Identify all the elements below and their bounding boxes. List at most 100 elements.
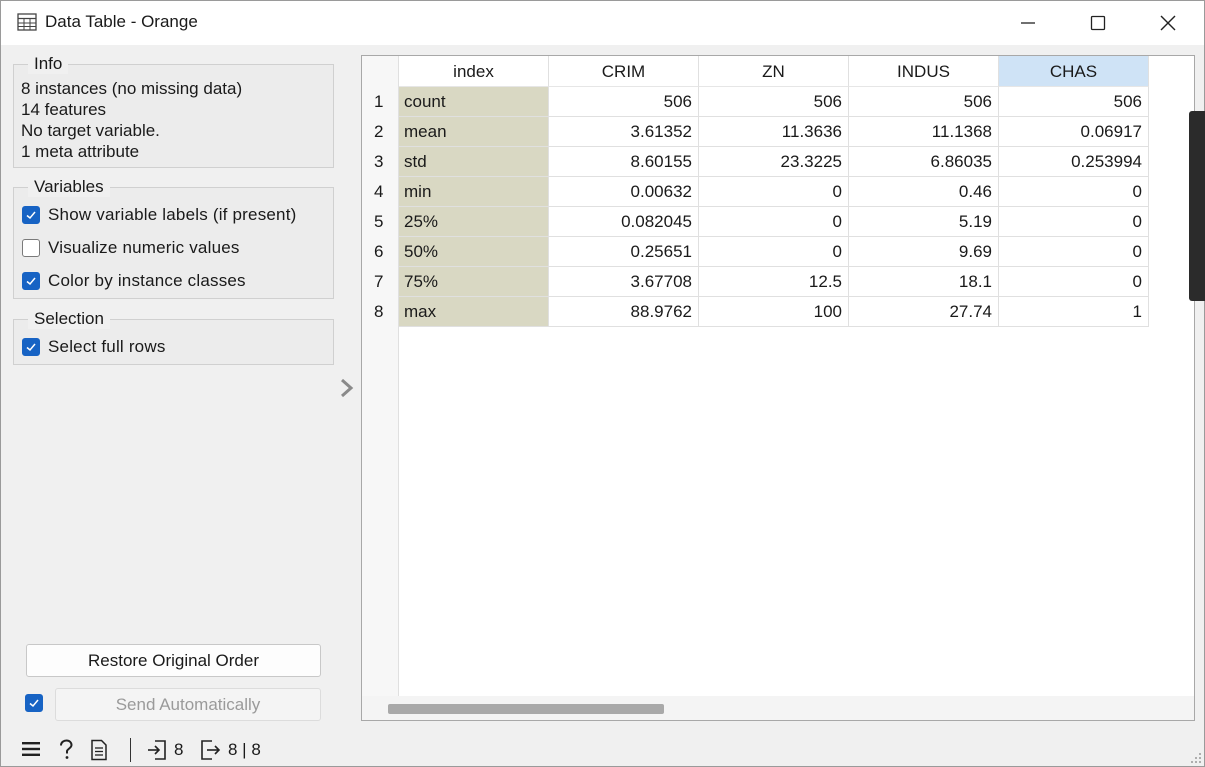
show-labels-option[interactable]: Show variable labels (if present) [22, 205, 297, 225]
table-cell[interactable]: 27.74 [849, 297, 999, 327]
table-cell[interactable]: 506 [699, 87, 849, 117]
table-cell[interactable]: std [399, 147, 549, 177]
table-cell[interactable]: 0.46 [849, 177, 999, 207]
send-automatically-checkbox[interactable] [25, 694, 43, 712]
row-number[interactable]: 6 [362, 237, 399, 267]
table-cell[interactable]: 0 [699, 177, 849, 207]
select-full-rows-label: Select full rows [48, 337, 166, 356]
table-cell[interactable]: 506 [999, 87, 1149, 117]
info-target: No target variable. [21, 121, 160, 140]
table-cell[interactable]: 0.00632 [549, 177, 699, 207]
table-cell[interactable]: 12.5 [699, 267, 849, 297]
table-icon [17, 13, 37, 31]
table-cell[interactable]: 0.06917 [999, 117, 1149, 147]
visualize-numeric-label: Visualize numeric values [48, 238, 240, 257]
table-cell[interactable]: count [399, 87, 549, 117]
column-header-crim[interactable]: CRIM [549, 56, 699, 87]
close-button[interactable] [1133, 1, 1203, 45]
row-number[interactable]: 2 [362, 117, 399, 147]
select-full-rows-checkbox[interactable] [22, 338, 40, 356]
table-cell[interactable]: 8.60155 [549, 147, 699, 177]
table-cell[interactable]: 88.9762 [549, 297, 699, 327]
table-cell[interactable]: 0 [999, 267, 1149, 297]
info-features: 14 features [21, 100, 107, 119]
chevron-right-icon[interactable] [338, 377, 356, 399]
title-bar[interactable]: Data Table - Orange [1, 1, 1204, 45]
checkmark-icon [29, 699, 39, 708]
color-by-class-checkbox[interactable] [22, 272, 40, 290]
visualize-numeric-checkbox[interactable] [22, 239, 40, 257]
data-table[interactable]: index CRIM ZN INDUS CHAS 1 count 506 506… [361, 55, 1195, 721]
maximize-button[interactable] [1063, 1, 1133, 45]
row-number[interactable]: 7 [362, 267, 399, 297]
row-number[interactable]: 8 [362, 297, 399, 327]
table-cell[interactable]: 100 [699, 297, 849, 327]
table-cell[interactable]: 0 [999, 237, 1149, 267]
table-cell[interactable]: 506 [849, 87, 999, 117]
color-by-class-option[interactable]: Color by instance classes [22, 271, 246, 291]
table-cell[interactable]: 25% [399, 207, 549, 237]
help-icon [60, 739, 73, 759]
maximize-icon [1090, 15, 1106, 31]
row-number[interactable]: 4 [362, 177, 399, 207]
input-count: 8 [174, 740, 184, 759]
table-cell[interactable]: min [399, 177, 549, 207]
show-labels-checkbox[interactable] [22, 206, 40, 224]
output-summary[interactable]: 8 | 8 [200, 739, 261, 761]
menu-button[interactable] [21, 739, 41, 759]
table-cell[interactable]: 5.19 [849, 207, 999, 237]
table-cell[interactable]: 0 [999, 177, 1149, 207]
help-button[interactable] [56, 739, 76, 761]
column-header-indus[interactable]: INDUS [849, 56, 999, 87]
checkmark-icon [26, 211, 36, 220]
show-labels-label: Show variable labels (if present) [48, 205, 297, 224]
select-full-rows-option[interactable]: Select full rows [22, 337, 166, 357]
table-cell[interactable]: 0 [699, 207, 849, 237]
table-cell[interactable]: 0.25651 [549, 237, 699, 267]
report-button[interactable] [90, 739, 108, 761]
horizontal-scrollbar[interactable] [362, 696, 1194, 720]
table-cell[interactable]: 3.67708 [549, 267, 699, 297]
table-cell[interactable]: 9.69 [849, 237, 999, 267]
table-cell[interactable]: 11.1368 [849, 117, 999, 147]
table-cell[interactable]: 0 [699, 237, 849, 267]
table-cell[interactable]: 18.1 [849, 267, 999, 297]
checkmark-icon [26, 343, 36, 352]
column-header-index[interactable]: index [399, 56, 549, 87]
table-cell[interactable]: 6.86035 [849, 147, 999, 177]
info-group: Info 8 instances (no missing data) 14 fe… [13, 54, 334, 168]
table-cell[interactable]: 11.3636 [699, 117, 849, 147]
scrollbar-thumb[interactable] [388, 704, 664, 714]
table-cell[interactable]: 0.253994 [999, 147, 1149, 177]
output-icon [201, 740, 221, 760]
visualize-numeric-option[interactable]: Visualize numeric values [22, 238, 240, 258]
selection-title: Selection [28, 309, 110, 329]
table-cell[interactable]: 506 [549, 87, 699, 117]
row-number[interactable]: 1 [362, 87, 399, 117]
table-cell[interactable]: 0.082045 [549, 207, 699, 237]
table-cell[interactable]: mean [399, 117, 549, 147]
restore-order-button[interactable]: Restore Original Order [26, 644, 321, 677]
info-instances: 8 instances (no missing data) [21, 79, 243, 98]
table-cell[interactable]: max [399, 297, 549, 327]
window-title: Data Table - Orange [45, 12, 198, 31]
info-meta: 1 meta attribute [21, 142, 140, 161]
hamburger-icon [22, 742, 40, 756]
minimize-button[interactable] [993, 1, 1063, 45]
table-cell[interactable]: 75% [399, 267, 549, 297]
table-cell[interactable]: 0 [999, 207, 1149, 237]
output-count: 8 | 8 [228, 740, 261, 759]
resize-grip-icon[interactable] [1189, 751, 1203, 765]
column-header-chas[interactable]: CHAS [999, 56, 1149, 87]
input-summary[interactable]: 8 [146, 739, 183, 761]
row-number[interactable]: 3 [362, 147, 399, 177]
row-number[interactable]: 5 [362, 207, 399, 237]
send-button[interactable]: Send Automatically [55, 688, 321, 721]
column-header-zn[interactable]: ZN [699, 56, 849, 87]
status-bar: 8 8 | 8 [1, 734, 1204, 766]
table-cell[interactable]: 3.61352 [549, 117, 699, 147]
table-cell[interactable]: 50% [399, 237, 549, 267]
table-cell[interactable]: 1 [999, 297, 1149, 327]
table-cell[interactable]: 23.3225 [699, 147, 849, 177]
close-icon [1160, 15, 1176, 31]
